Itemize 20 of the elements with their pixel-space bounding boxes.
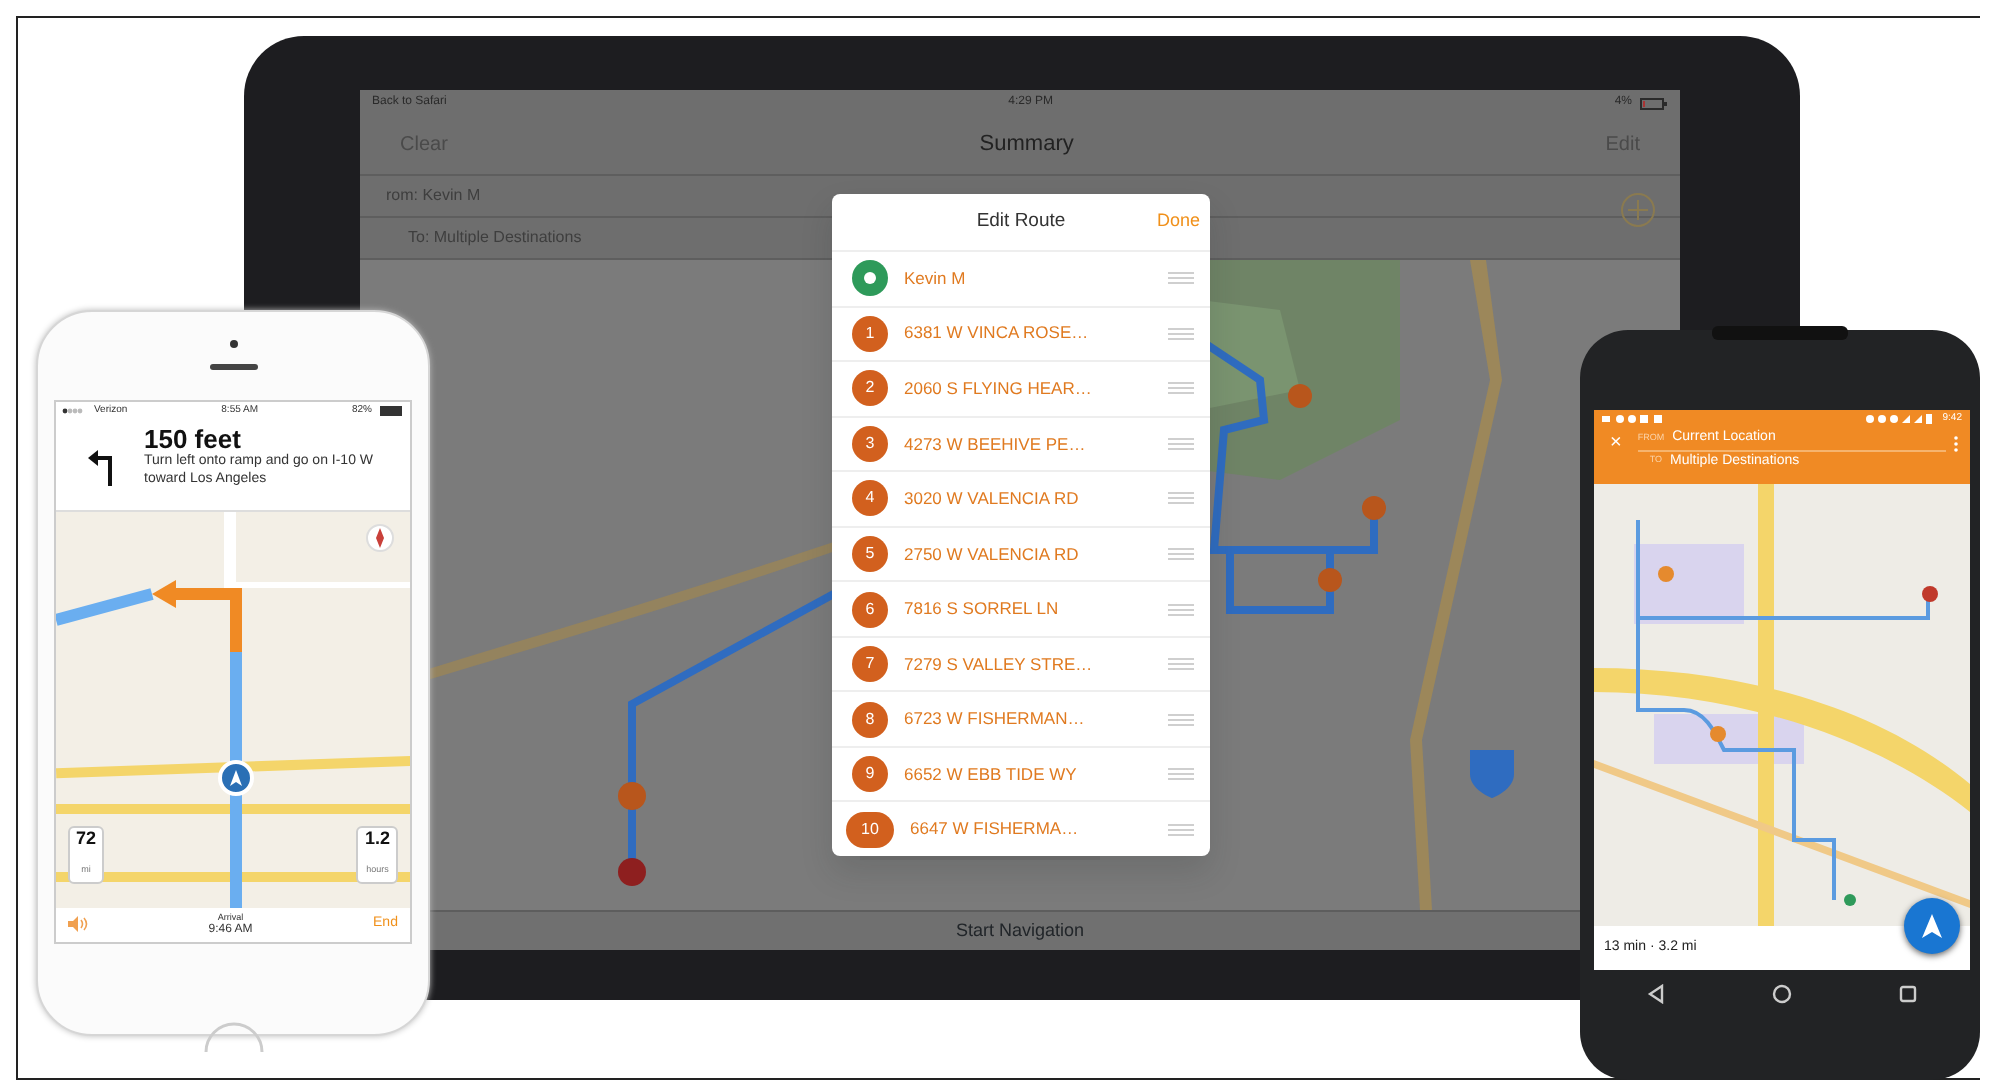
battery-icon [1639, 97, 1668, 109]
navigate-button[interactable] [1904, 898, 1960, 954]
value-text: 72 [76, 829, 97, 848]
screen-title: Summary [979, 130, 1074, 161]
signal-icon [62, 408, 86, 415]
distance-text: 150 feet [144, 425, 243, 454]
camera-icon [229, 340, 237, 348]
navigation-arrow-icon [1922, 914, 1942, 938]
volume-icon[interactable] [68, 916, 88, 933]
back-icon[interactable] [1646, 984, 1667, 1004]
start-navigation-button[interactable]: Start Navigation [955, 917, 1085, 945]
add-icon[interactable] [1620, 192, 1656, 228]
home-button[interactable] [204, 1018, 264, 1054]
dialog-title: Edit Route [976, 207, 1066, 236]
recent-apps-icon[interactable] [1897, 984, 1918, 1004]
status-icons [1866, 414, 1935, 424]
speaker-icon [1712, 326, 1848, 340]
speaker-icon [209, 364, 257, 370]
done-button[interactable]: Done [1156, 208, 1200, 236]
home-icon[interactable] [1771, 984, 1792, 1004]
